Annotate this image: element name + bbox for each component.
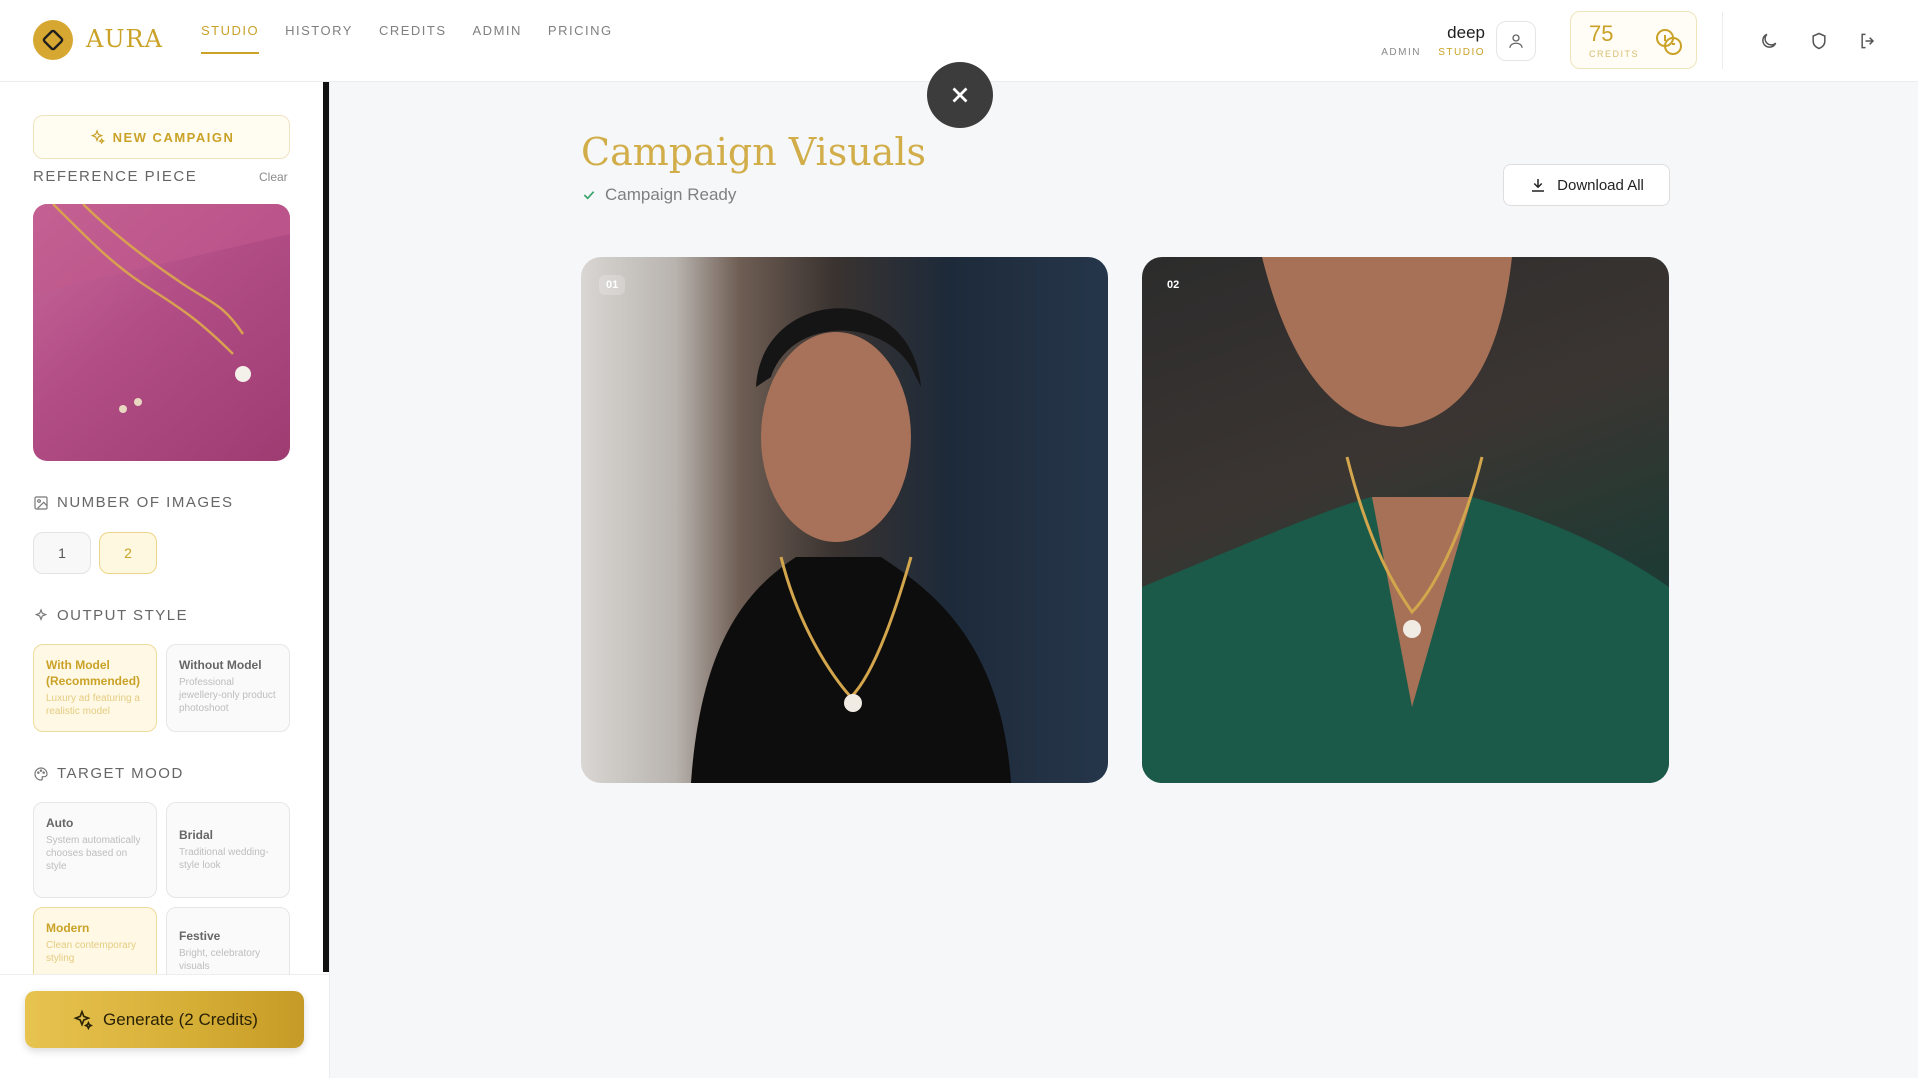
main-nav: STUDIO HISTORY CREDITS ADMIN PRICING — [201, 23, 613, 54]
new-campaign-button[interactable]: NEW CAMPAIGN — [33, 115, 290, 159]
palette-icon — [34, 766, 48, 781]
campaign-image-1[interactable]: 01 — [581, 257, 1108, 783]
page-title: Campaign Visuals — [581, 130, 926, 174]
sidebar-scrollbar[interactable] — [323, 82, 329, 972]
model-silhouette — [691, 308, 1011, 783]
nav-credits[interactable]: CREDITS — [379, 23, 447, 54]
close-button[interactable] — [927, 62, 993, 128]
generate-label: Generate (2 Credits) — [103, 1009, 258, 1029]
sparkles-icon — [90, 129, 105, 145]
output-style-text: OUTPUT STYLE — [57, 607, 189, 624]
output-style-without-model[interactable]: Without Model Professional jewellery-onl… — [166, 644, 290, 732]
user-icon — [1509, 34, 1523, 48]
card-title: Bridal — [179, 828, 214, 842]
card-title: Modern — [46, 921, 90, 935]
num-images-option-2[interactable]: 2 — [99, 532, 157, 574]
divider — [1722, 12, 1723, 69]
model-silhouette — [1142, 257, 1669, 783]
card-desc: System automatically chooses based on st… — [46, 835, 141, 873]
card-title: Festive — [179, 929, 221, 943]
necklace-illustration — [33, 204, 290, 413]
sparkles-icon — [34, 607, 48, 621]
coins-icon — [1656, 29, 1682, 55]
output-style-label: OUTPUT STYLE — [33, 607, 188, 624]
card-desc: Clean contemporary styling — [46, 940, 137, 965]
mood-auto[interactable]: Auto System automatically chooses based … — [33, 802, 157, 898]
nav-admin[interactable]: ADMIN — [473, 23, 522, 54]
sparkles-icon — [73, 1009, 94, 1030]
logo-icon[interactable] — [33, 20, 73, 60]
security-button[interactable] — [1806, 28, 1832, 54]
campaign-image-2[interactable]: 02 — [1142, 257, 1669, 783]
number-of-images-text: NUMBER OF IMAGES — [57, 494, 234, 511]
moon-icon — [1762, 33, 1777, 48]
card-title: Without Model — [179, 658, 262, 672]
logo-text[interactable]: AURA — [86, 25, 163, 53]
credits-badge[interactable]: 75 CREDITS — [1570, 11, 1697, 69]
image-icon — [34, 495, 48, 510]
card-title: Auto — [46, 816, 74, 830]
download-all-button[interactable]: Download All — [1503, 164, 1670, 206]
nav-pricing[interactable]: PRICING — [548, 23, 613, 54]
card-desc: Luxury ad featuring a realistic model — [46, 693, 140, 718]
campaign-status: Campaign Ready — [581, 185, 736, 205]
generate-bar: Generate (2 Credits) — [0, 974, 329, 1078]
reference-piece-text: REFERENCE PIECE — [33, 168, 198, 185]
output-style-with-model[interactable]: With Model (Recommended) Luxury ad featu… — [33, 644, 157, 732]
card-title: With Model (Recommended) — [46, 658, 141, 689]
user-role-studio: STUDIO — [1438, 47, 1485, 58]
logout-icon — [1861, 33, 1875, 49]
reference-image[interactable] — [33, 204, 290, 461]
shield-icon — [1812, 32, 1826, 50]
reference-piece-label: REFERENCE PIECE — [33, 168, 197, 185]
image-index-tag: 01 — [599, 275, 626, 295]
mood-bridal[interactable]: Bridal Traditional wedding-style look — [166, 802, 290, 898]
user-name: deep — [1447, 23, 1485, 42]
generate-button[interactable]: Generate (2 Credits) — [25, 991, 304, 1048]
card-desc: Traditional wedding-style look — [179, 847, 269, 872]
user-profile-button[interactable] — [1496, 21, 1536, 61]
credits-label: CREDITS — [1589, 49, 1640, 59]
number-of-images-label: NUMBER OF IMAGES — [33, 494, 234, 511]
target-mood-label: TARGET MOOD — [33, 765, 184, 782]
image-index-tag: 02 — [1167, 279, 1180, 291]
card-desc: Bright, celebratory visuals — [179, 948, 261, 973]
dark-mode-toggle[interactable] — [1756, 28, 1782, 54]
credits-value: 75 — [1589, 21, 1614, 46]
num-images-option-1[interactable]: 1 — [33, 532, 91, 574]
sidebar: NEW CAMPAIGN REFERENCE PIECE Clear NUMBE… — [0, 82, 330, 1078]
download-all-label: Download All — [1557, 176, 1644, 194]
target-mood-text: TARGET MOOD — [57, 765, 184, 782]
card-desc: Professional jewellery-only product phot… — [179, 677, 276, 715]
download-icon — [1532, 179, 1545, 192]
clear-link[interactable]: Clear — [259, 170, 288, 184]
nav-history[interactable]: HISTORY — [285, 23, 353, 54]
check-icon — [583, 191, 595, 200]
close-icon — [952, 87, 968, 103]
status-text: Campaign Ready — [605, 185, 737, 204]
nav-studio[interactable]: STUDIO — [201, 23, 260, 54]
logout-button[interactable] — [1855, 28, 1881, 54]
user-role-admin: ADMIN — [1381, 47, 1421, 58]
new-campaign-label: NEW CAMPAIGN — [112, 129, 235, 145]
